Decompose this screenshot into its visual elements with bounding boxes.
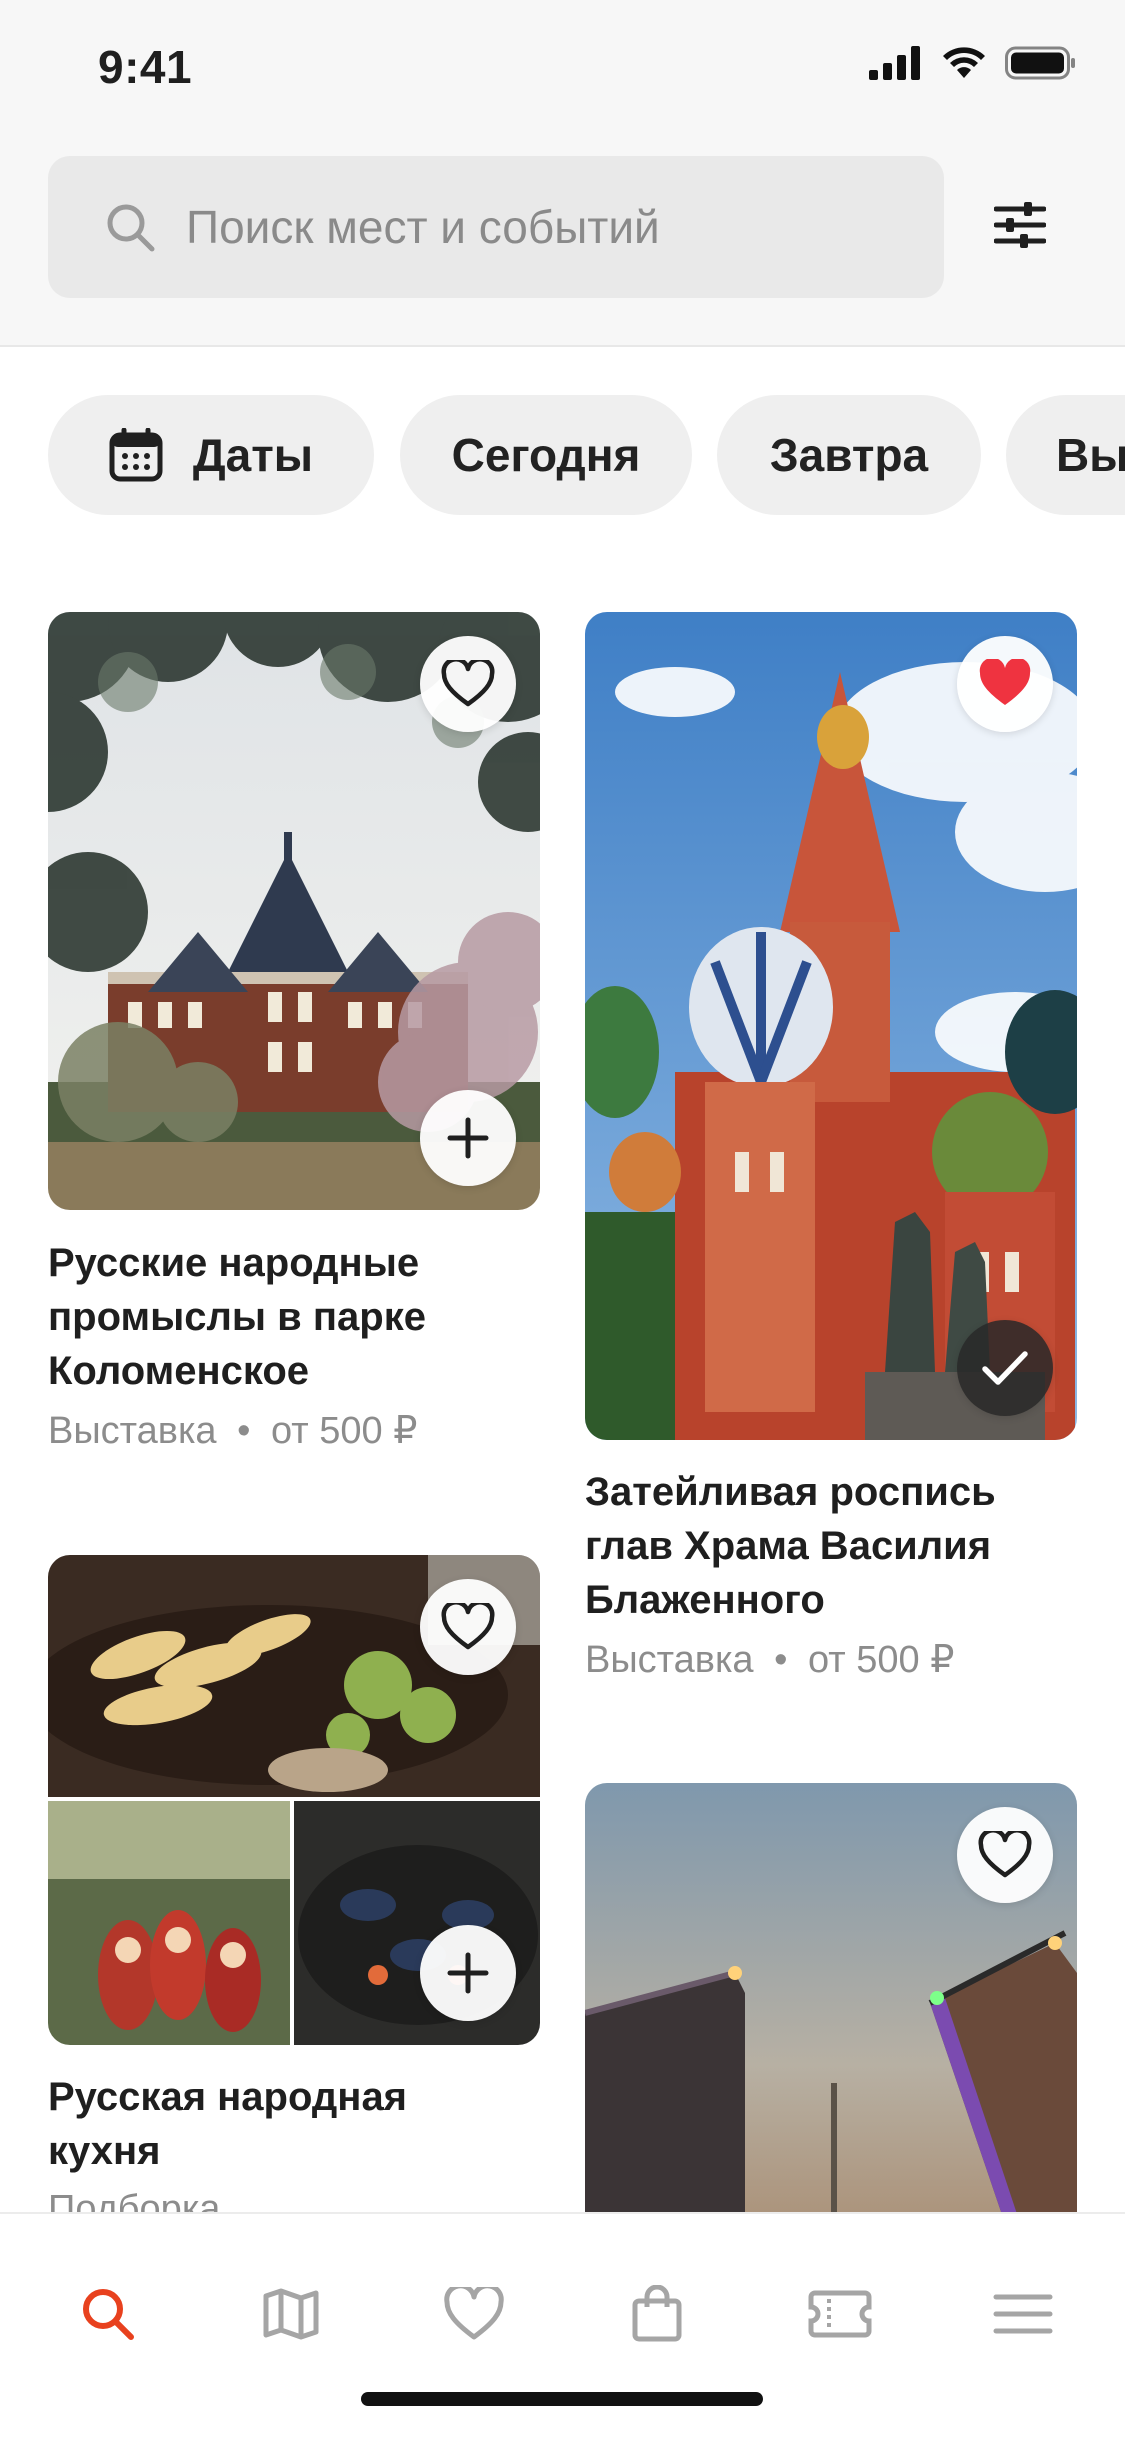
tab-cart[interactable] [617, 2274, 697, 2354]
search-icon [83, 2289, 134, 2340]
event-type: Выставка [585, 1639, 754, 1681]
bag-icon [632, 2285, 682, 2342]
search-icon [107, 204, 155, 252]
meta-separator: • [237, 1410, 251, 1452]
chip-tomorrow-label: Завтра [769, 429, 929, 481]
title-line: Блаженного [585, 1578, 825, 1622]
event-image-st-basil[interactable] [585, 612, 1077, 1440]
battery-icon [1005, 46, 1075, 80]
collection-image-cuisine[interactable] [48, 1555, 540, 2045]
chip-weekend[interactable]: Вых [1006, 395, 1125, 515]
filter-chips: Даты Сегодня Завтра Вых [0, 395, 1125, 515]
heart-outline-icon [441, 1603, 495, 1650]
title-line: Русские народные [48, 1241, 420, 1285]
title-line: Коломенское [48, 1349, 310, 1393]
title-line: Затейливая роспись [585, 1470, 996, 1514]
tab-menu[interactable] [983, 2274, 1063, 2354]
event-type: Выставка [48, 1410, 217, 1452]
heart-outline-icon [441, 660, 495, 707]
plus-icon [447, 1117, 489, 1159]
heart-outline-icon [978, 1831, 1032, 1878]
header: Поиск мест и событий [0, 140, 1125, 347]
favorite-button[interactable] [957, 1807, 1053, 1903]
sliders-icon [994, 202, 1046, 248]
favorite-button-active[interactable] [957, 636, 1053, 732]
event-image-drawbridge[interactable] [585, 1783, 1077, 2253]
plus-icon [447, 1952, 489, 1994]
st-basil-photo [585, 612, 1077, 1440]
status-bar: 9:41 [0, 0, 1125, 140]
status-icons [869, 46, 1077, 80]
home-indicator [361, 2392, 763, 2406]
event-price: от 500 ₽ [808, 1639, 955, 1681]
event-image-kolomenskoye[interactable] [48, 612, 540, 1210]
favorite-button[interactable] [420, 636, 516, 732]
chip-today[interactable]: Сегодня [400, 395, 692, 515]
status-time: 9:41 [98, 41, 193, 93]
event-meta: Выставка • от 500 ₽ [585, 1637, 954, 1682]
add-to-plan-button[interactable] [420, 1090, 516, 1186]
tab-tickets[interactable] [800, 2274, 880, 2354]
tab-search[interactable] [68, 2274, 148, 2354]
title-line: кухня [48, 2129, 161, 2173]
title-line: глав Храма Василия [585, 1524, 992, 1568]
title-line: Русская народная [48, 2075, 408, 2119]
event-title[interactable]: Затейливая роспись глав Храма Василия Бл… [585, 1465, 1105, 1627]
map-icon [263, 2288, 319, 2340]
chip-dates-label: Даты [192, 429, 314, 481]
filter-button[interactable] [980, 185, 1060, 265]
heart-icon [444, 2287, 504, 2340]
favorite-button[interactable] [420, 1579, 516, 1675]
search-placeholder: Поиск мест и событий [186, 201, 660, 253]
chip-tomorrow[interactable]: Завтра [717, 395, 981, 515]
title-line: промыслы в парке [48, 1295, 426, 1339]
checkmark-icon [982, 1351, 1028, 1385]
meta-separator: • [774, 1639, 788, 1681]
event-price: от 500 ₽ [271, 1410, 418, 1452]
tab-map[interactable] [251, 2274, 331, 2354]
wifi-icon [943, 47, 985, 78]
signal-icon [869, 46, 920, 80]
chip-today-label: Сегодня [451, 429, 641, 481]
chip-weekend-label: Вых [1056, 429, 1125, 481]
tab-favorites[interactable] [434, 2274, 514, 2354]
menu-icon [993, 2294, 1053, 2334]
heart-filled-icon [979, 659, 1031, 705]
event-meta: Выставка • от 500 ₽ [48, 1408, 417, 1453]
search-input[interactable]: Поиск мест и событий [48, 156, 944, 298]
collection-title[interactable]: Русская народная кухня [48, 2070, 548, 2178]
ticket-icon [808, 2290, 872, 2338]
calendar-icon [109, 428, 163, 482]
added-to-plan-button[interactable] [957, 1320, 1053, 1416]
chip-dates[interactable]: Даты [48, 395, 374, 515]
event-title[interactable]: Русские народные промыслы в парке Коломе… [48, 1236, 548, 1398]
add-to-plan-button[interactable] [420, 1925, 516, 2021]
